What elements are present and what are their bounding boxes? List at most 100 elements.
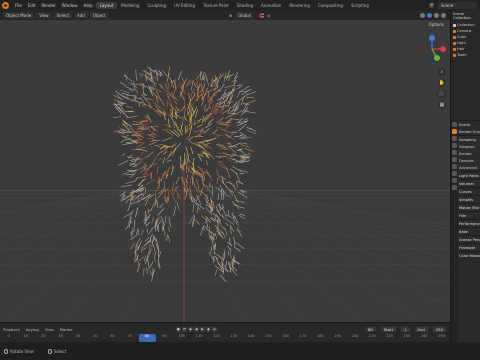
property-panel-row[interactable]: Volumes bbox=[459, 179, 480, 187]
property-panel-row[interactable]: Render Engine bbox=[459, 128, 480, 135]
property-panel-row[interactable]: Denoise bbox=[459, 157, 480, 164]
view-menu-timeline[interactable]: View bbox=[42, 327, 57, 332]
tooth-hair-object[interactable] bbox=[112, 66, 257, 282]
property-panel-row[interactable]: Scene bbox=[459, 120, 480, 128]
scene-tab-icon[interactable] bbox=[452, 150, 457, 155]
tab-layout[interactable]: Layout bbox=[95, 1, 118, 9]
hair-strand bbox=[221, 180, 228, 188]
physics-tab-icon[interactable] bbox=[452, 185, 457, 190]
hair-strand bbox=[162, 69, 168, 77]
material-shading-icon[interactable] bbox=[434, 12, 439, 18]
proportional-edit-icon[interactable]: ◎ bbox=[267, 13, 271, 18]
end-frame-field[interactable]: 250 bbox=[432, 326, 446, 332]
object-tab-icon[interactable] bbox=[452, 164, 457, 169]
navigation-gizmo[interactable] bbox=[417, 34, 447, 64]
snap-icon[interactable]: 🧲 bbox=[259, 13, 264, 18]
property-panel-row[interactable]: Simplify bbox=[459, 195, 480, 203]
property-panel-row[interactable]: Performance bbox=[459, 219, 480, 227]
hair-strand bbox=[218, 232, 224, 239]
z-axis-icon[interactable] bbox=[429, 35, 435, 41]
options-dropdown[interactable]: Options bbox=[429, 22, 444, 27]
playback-menu[interactable]: Playback bbox=[0, 327, 23, 332]
neg-z-axis-icon[interactable] bbox=[430, 58, 434, 62]
hair-strand bbox=[167, 234, 171, 243]
transform-orientation-dropdown[interactable]: Global bbox=[235, 11, 254, 19]
hair-strand bbox=[216, 88, 220, 93]
current-frame-field[interactable]: 80 bbox=[364, 326, 376, 332]
keying-menu[interactable]: Keying bbox=[23, 327, 42, 332]
play-icon[interactable]: ▶ bbox=[199, 326, 205, 332]
camera-view-icon[interactable]: 🎥 bbox=[438, 90, 446, 98]
view-menu[interactable]: View bbox=[36, 11, 52, 19]
pan-hand-icon[interactable]: ✋ bbox=[438, 79, 446, 87]
x-axis-icon[interactable] bbox=[440, 46, 446, 52]
tool-tab-icon[interactable] bbox=[452, 122, 457, 127]
property-panel-row[interactable]: Color Management bbox=[459, 251, 480, 259]
hair-strand bbox=[230, 142, 242, 147]
tab-modeling[interactable]: Modeling bbox=[117, 2, 143, 9]
menu-window[interactable]: Window bbox=[59, 3, 81, 8]
jump-start-icon[interactable]: ⏮ bbox=[181, 326, 187, 332]
world-tab-icon[interactable] bbox=[452, 157, 457, 162]
output-tab-icon[interactable] bbox=[452, 136, 457, 141]
hair-strand bbox=[173, 123, 176, 129]
property-panel-row[interactable]: Grease Pencil bbox=[459, 235, 480, 243]
y-axis-icon[interactable] bbox=[434, 55, 440, 61]
tab-texture-paint[interactable]: Texture Paint bbox=[199, 2, 233, 9]
3d-viewport[interactable]: Options ⌕ ✋ 🎥 ▦ bbox=[0, 20, 450, 322]
timeline-ruler[interactable]: 0 10 20 30 40 50 60 70 80 90 100 110 120 130 140 150 160… bbox=[0, 334, 450, 342]
blender-logo-icon[interactable] bbox=[2, 1, 9, 9]
mode-dropdown[interactable]: Object Mode bbox=[3, 11, 35, 19]
tab-rendering[interactable]: Rendering bbox=[285, 2, 313, 9]
prev-keyframe-icon[interactable]: ◆ bbox=[187, 326, 193, 332]
property-panel-row[interactable]: Film bbox=[459, 211, 480, 219]
neg-x-axis-icon[interactable] bbox=[419, 47, 423, 51]
scene-name-field[interactable]: Scene bbox=[437, 1, 477, 9]
property-panel-row[interactable]: Freestyle bbox=[459, 243, 480, 251]
add-menu[interactable]: Add bbox=[74, 11, 88, 19]
tab-shading[interactable]: Shading bbox=[233, 2, 257, 9]
record-icon[interactable]: ● bbox=[175, 326, 181, 332]
next-keyframe-icon[interactable]: ◆ bbox=[205, 326, 211, 332]
wireframe-shading-icon[interactable] bbox=[420, 12, 425, 18]
start-frame-field[interactable]: 1 bbox=[401, 326, 410, 332]
hair-strand bbox=[203, 73, 207, 81]
tab-animation[interactable]: Animation bbox=[257, 2, 285, 9]
property-panel-row[interactable]: Motion Blur bbox=[459, 203, 480, 211]
property-panel-row[interactable]: Viewport bbox=[459, 143, 480, 150]
property-panel-row[interactable]: Render bbox=[459, 150, 480, 157]
tab-compositing[interactable]: Compositing bbox=[314, 2, 347, 9]
property-panel-row[interactable]: Bake bbox=[459, 227, 480, 235]
outliner-row-tooth[interactable]: Tooth bbox=[451, 52, 480, 58]
rendered-shading-icon[interactable] bbox=[441, 12, 446, 18]
menu-file[interactable]: File bbox=[12, 3, 25, 8]
tab-scripting[interactable]: Scripting bbox=[347, 2, 373, 9]
property-panel-row[interactable]: Sampling bbox=[459, 135, 480, 143]
property-panel-row[interactable]: Light Paths bbox=[459, 171, 480, 179]
hair-strand bbox=[205, 142, 211, 145]
solid-shading-icon[interactable] bbox=[427, 12, 432, 18]
jump-end-icon[interactable]: ⏭ bbox=[211, 326, 217, 332]
select-menu[interactable]: Select bbox=[53, 11, 73, 19]
tab-sculpting[interactable]: Sculpting bbox=[143, 2, 170, 9]
marker-menu[interactable]: Marker bbox=[57, 327, 76, 332]
object-menu[interactable]: Object bbox=[89, 11, 109, 19]
hair-strand bbox=[245, 111, 256, 114]
blender-window: File Edit Render Window Help Layout Mode… bbox=[0, 0, 480, 360]
view-layer-tab-icon[interactable] bbox=[452, 143, 457, 148]
zoom-icon[interactable]: ⌕ bbox=[438, 68, 446, 76]
play-reverse-icon[interactable]: ◀ bbox=[193, 326, 199, 332]
hair-strand bbox=[113, 104, 124, 106]
modifier-tab-icon[interactable] bbox=[452, 171, 457, 176]
particles-tab-icon[interactable] bbox=[452, 178, 457, 183]
render-tab-icon[interactable] bbox=[452, 129, 457, 134]
property-panel-row[interactable]: Advanced bbox=[459, 164, 480, 171]
hair-strand bbox=[123, 134, 129, 138]
menu-render[interactable]: Render bbox=[38, 3, 58, 8]
menu-edit[interactable]: Edit bbox=[25, 3, 39, 8]
hair-strand bbox=[213, 252, 222, 259]
tab-uv-editing[interactable]: UV Editing bbox=[170, 2, 199, 9]
property-panel-row[interactable]: Curves bbox=[459, 187, 480, 195]
perspective-toggle-icon[interactable]: ▦ bbox=[438, 101, 446, 109]
menu-help[interactable]: Help bbox=[80, 3, 95, 8]
